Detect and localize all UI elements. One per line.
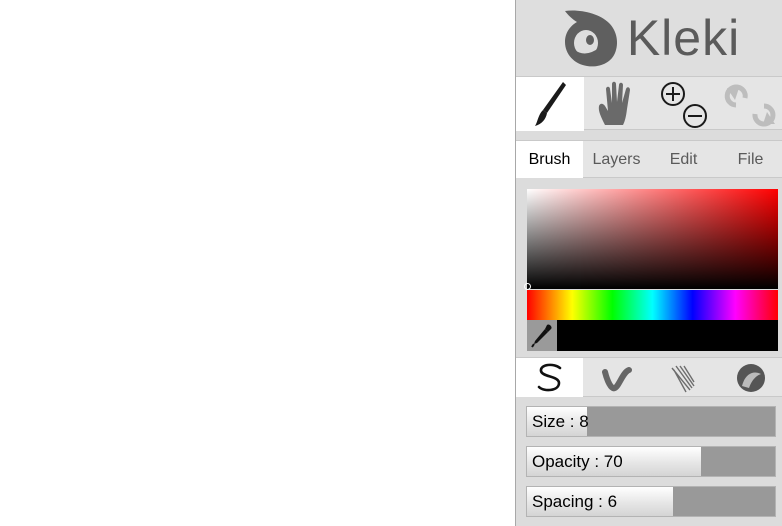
- sidebar: Kleki Brush Layers Edit File Size: 8 Op…: [515, 0, 782, 526]
- blend-brush-button[interactable]: [583, 358, 650, 397]
- spacing-slider-label: Spacing : 6: [532, 492, 618, 511]
- tool-bar: [516, 76, 782, 131]
- pen-brush-icon: [537, 363, 561, 391]
- drawing-canvas[interactable]: [0, 0, 515, 526]
- hue-slider[interactable]: [527, 290, 778, 320]
- kleki-mascot-icon: [564, 10, 617, 67]
- app-name: Kleki: [626, 10, 741, 66]
- smudge-brush-button[interactable]: [717, 358, 782, 397]
- color-marker[interactable]: [524, 283, 531, 290]
- hand-icon: [598, 81, 630, 125]
- panel-tabs: Brush Layers Edit File: [516, 140, 782, 178]
- zoom-tool-button[interactable]: [650, 77, 716, 131]
- hand-tool-button[interactable]: [584, 77, 650, 131]
- eyedropper-button[interactable]: [527, 320, 557, 351]
- undo-redo-icon: [724, 84, 775, 127]
- opacity-slider[interactable]: Opacity : 70: [526, 446, 776, 477]
- tab-edit[interactable]: Edit: [650, 141, 717, 178]
- undo-redo-button[interactable]: [716, 77, 782, 131]
- sketchy-brush-icon: [670, 365, 695, 392]
- tab-brush[interactable]: Brush: [516, 141, 583, 178]
- eyedropper-icon: [531, 323, 552, 348]
- pen-brush-button[interactable]: [516, 358, 583, 397]
- brush-icon: [535, 82, 566, 126]
- size-slider[interactable]: Size : 8: [526, 406, 776, 437]
- current-color-swatch: [557, 320, 778, 351]
- smudge-brush-icon: [736, 363, 765, 392]
- app-logo: Kleki: [516, 0, 782, 76]
- sketchy-brush-button[interactable]: [650, 358, 717, 397]
- tab-file[interactable]: File: [717, 141, 782, 178]
- brush-type-bar: [516, 357, 782, 397]
- zoom-icon: [661, 82, 707, 128]
- spacing-slider[interactable]: Spacing : 6: [526, 486, 776, 517]
- saturation-value-picker[interactable]: [524, 189, 778, 290]
- size-slider-label: Size : 8: [532, 412, 589, 431]
- opacity-slider-label: Opacity : 70: [532, 452, 623, 471]
- brush-tool-button[interactable]: [516, 77, 584, 131]
- blend-brush-icon: [601, 366, 632, 391]
- tab-layers[interactable]: Layers: [583, 141, 650, 178]
